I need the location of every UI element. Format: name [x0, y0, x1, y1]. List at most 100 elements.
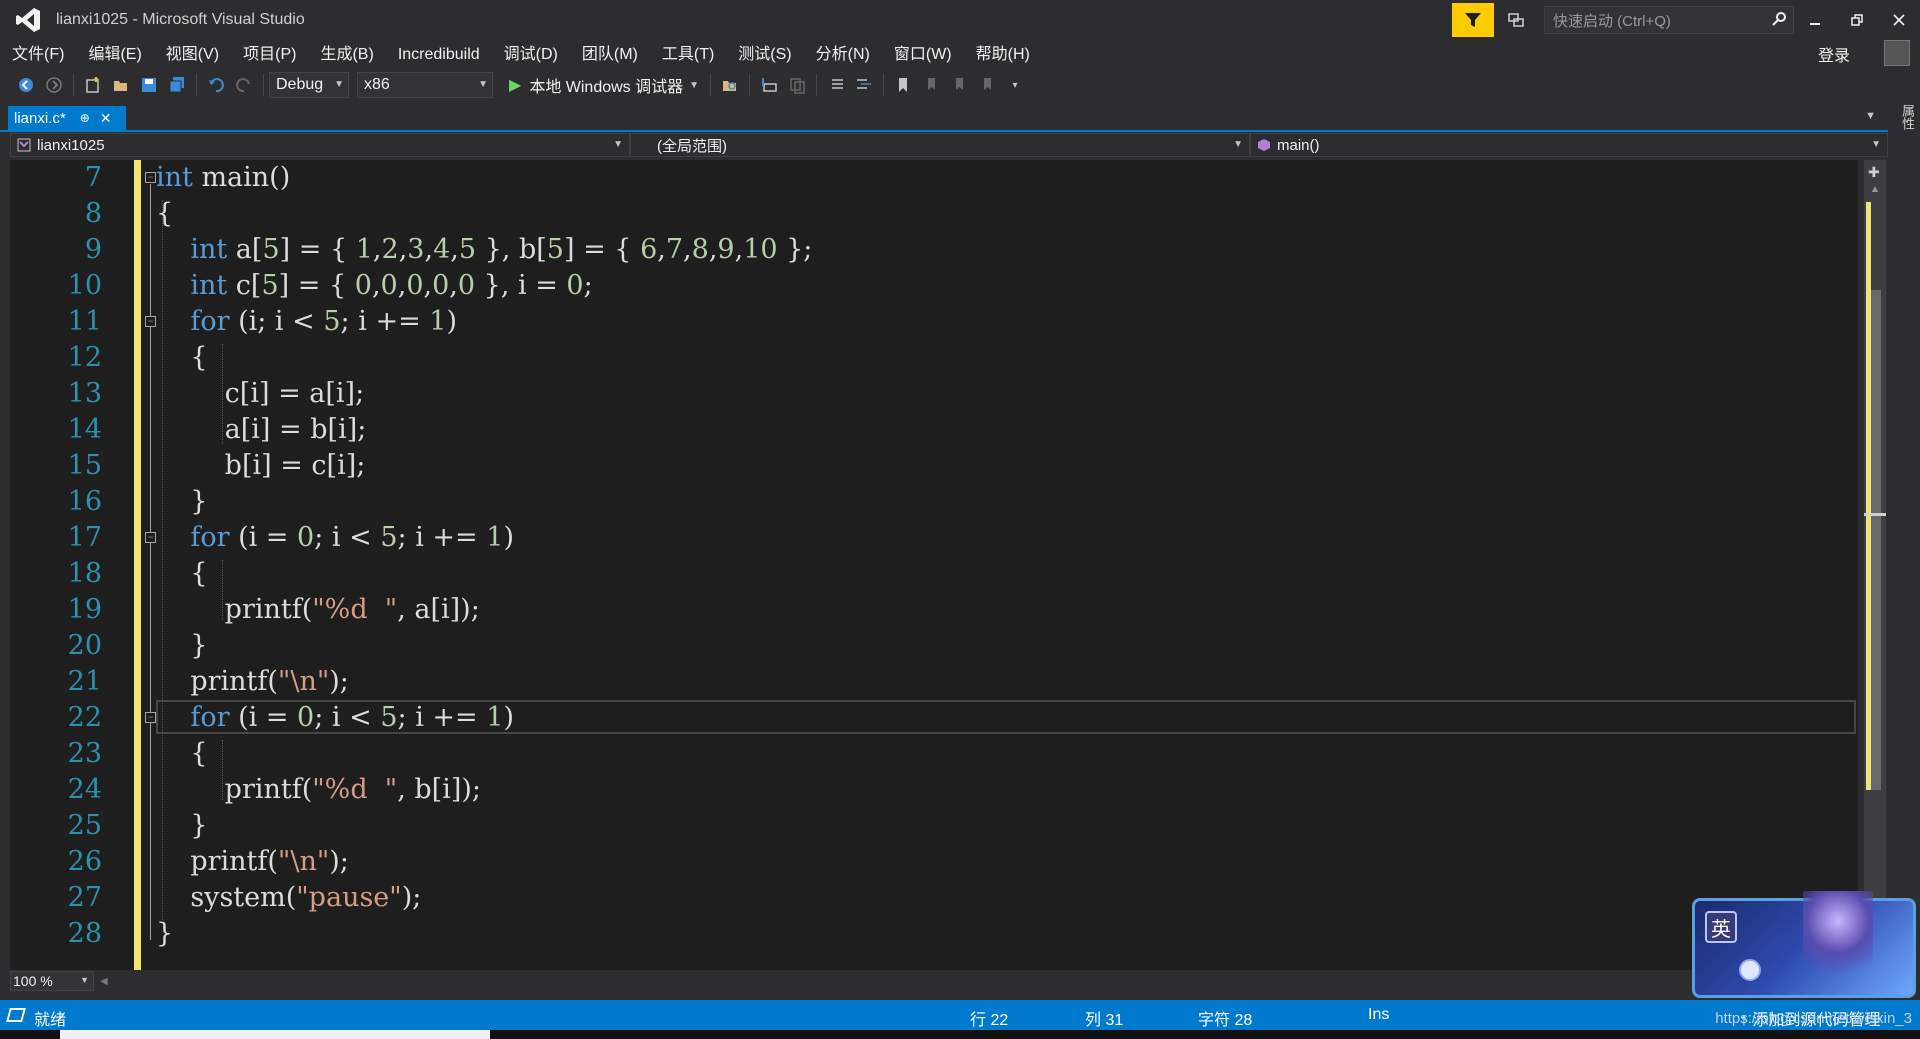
menu-file[interactable]: 文件(F): [0, 40, 76, 70]
scope-dropdown[interactable]: (全局范围) ▼: [630, 133, 1250, 157]
vertical-scrollbar[interactable]: ✚ ▲: [1864, 160, 1886, 970]
menu-project[interactable]: 项目(P): [231, 40, 308, 70]
status-char: 字符 28: [1198, 1012, 1253, 1029]
project-icon: [17, 138, 31, 152]
taskbar-segment: [60, 1030, 490, 1039]
code-line: {: [156, 342, 208, 373]
status-row: 行 22: [970, 1012, 1009, 1029]
code-line: int a[5] = { 1,2,3,4,5 }, b[5] = { 6,7,8…: [190, 234, 813, 265]
solution-platform-dropdown[interactable]: x86 ▼: [357, 72, 493, 98]
account-icon[interactable]: [1884, 40, 1910, 66]
close-icon[interactable]: ✕: [100, 110, 112, 127]
line-number: 16: [67, 486, 102, 517]
properties-tab-label[interactable]: 属性: [1898, 104, 1917, 130]
code-line: int c[5] = { 0,0,0,0,0 }, i = 0;: [190, 270, 593, 301]
menu-edit[interactable]: 编辑(E): [76, 40, 153, 70]
menu-window[interactable]: 窗口(W): [882, 40, 964, 70]
collapse-icon[interactable]: −: [145, 532, 156, 543]
navigate-back-icon[interactable]: [12, 71, 40, 99]
toolbar-separator: [73, 74, 74, 96]
code-line: c[i] = a[i];: [156, 378, 365, 409]
menu-build[interactable]: 生成(B): [308, 40, 385, 70]
find-in-files-icon[interactable]: [716, 71, 744, 99]
code-line: printf("\n");: [156, 846, 349, 877]
outdent-icon[interactable]: [850, 71, 878, 99]
feedback-filter-icon[interactable]: [1452, 3, 1494, 37]
menu-analyze[interactable]: 分析(N): [804, 40, 882, 70]
solution-configuration-dropdown[interactable]: Debug ▼: [269, 72, 349, 98]
project-dropdown[interactable]: lianxi1025 ▼: [10, 133, 630, 157]
sign-in-link[interactable]: 登录: [1818, 42, 1850, 66]
tab-lianxi-c[interactable]: lianxi.c* ⊕ ✕: [8, 106, 126, 130]
outline-line: [150, 184, 151, 940]
start-debugging-button[interactable]: ▶ 本地 Windows 调试器 ▼: [503, 73, 705, 97]
chevron-down-icon: ▼: [613, 139, 623, 150]
pin-icon[interactable]: ⊕: [80, 111, 90, 125]
clear-bookmarks-icon[interactable]: [973, 71, 1001, 99]
chevron-down-icon: ▼: [1871, 139, 1881, 150]
code-line: {: [156, 198, 174, 229]
code-editor[interactable]: 7 8 9 10 11 12 13 14 15 16 17 18 19 20 2…: [10, 160, 1858, 970]
code-text-area[interactable]: int main() { int a[5] = { 1,2,3,4,5 }, b…: [156, 160, 1856, 970]
menu-help[interactable]: 帮助(H): [964, 40, 1042, 70]
quick-launch-input[interactable]: 快速启动 (Ctrl+Q): [1544, 6, 1794, 34]
code-line: for (i = 0; i < 5; i += 1): [190, 522, 514, 553]
status-insert-mode: Ins: [1368, 1006, 1390, 1023]
next-bookmark-icon[interactable]: [945, 71, 973, 99]
code-line: }: [156, 918, 174, 949]
new-project-icon[interactable]: [79, 71, 107, 99]
open-file-icon[interactable]: [107, 71, 135, 99]
restore-button[interactable]: [1836, 3, 1878, 37]
minimize-button[interactable]: [1794, 3, 1836, 37]
ime-language-badge[interactable]: 英: [1705, 911, 1737, 943]
line-number: 12: [67, 342, 102, 373]
menu-team[interactable]: 团队(M): [570, 40, 650, 70]
chevron-down-icon[interactable]: ▼: [689, 80, 699, 91]
zoom-level: 100 %: [13, 973, 53, 989]
close-window-button[interactable]: [1878, 3, 1920, 37]
tab-overflow-chevron-icon[interactable]: ▼: [1865, 110, 1876, 122]
toolbar-options-icon[interactable]: ▾: [1001, 71, 1029, 99]
menu-incredibuild[interactable]: Incredibuild: [386, 40, 492, 70]
bookmark-icon[interactable]: [889, 71, 917, 99]
status-window-icon: [6, 1008, 26, 1022]
tab-label: lianxi.c*: [14, 109, 66, 127]
split-window-icon[interactable]: ✚: [1868, 164, 1880, 181]
visual-studio-logo-icon: [0, 0, 56, 40]
chevron-down-icon: ▼: [478, 79, 488, 90]
collapse-icon[interactable]: −: [145, 712, 156, 723]
gem-icon: [1739, 959, 1761, 981]
menu-tools[interactable]: 工具(T): [650, 40, 726, 70]
collapse-icon[interactable]: −: [145, 172, 156, 183]
scroll-up-icon[interactable]: ▲: [1870, 184, 1880, 195]
line-number: 28: [67, 918, 102, 949]
member-name: main(): [1277, 136, 1320, 154]
save-icon[interactable]: [135, 71, 163, 99]
standard-toolbar: Debug ▼ x86 ▼ ▶ 本地 Windows 调试器 ▼ ▾: [0, 68, 1920, 102]
menu-test[interactable]: 测试(S): [726, 40, 803, 70]
character-art-icon: [1803, 891, 1873, 991]
notifications-icon[interactable]: [1498, 3, 1534, 37]
navigate-forward-icon[interactable]: [40, 71, 68, 99]
previous-bookmark-icon[interactable]: [917, 71, 945, 99]
line-number: 23: [67, 738, 102, 769]
change-marker: [1866, 202, 1871, 790]
code-line: }: [156, 486, 208, 517]
undo-icon[interactable]: [202, 71, 230, 99]
chevron-down-icon: ▼: [334, 79, 344, 90]
collapse-icon[interactable]: −: [145, 316, 156, 327]
search-icon[interactable]: [1771, 11, 1787, 31]
properties-side-panel[interactable]: 属性: [1890, 100, 1920, 1000]
menu-view[interactable]: 视图(V): [154, 40, 231, 70]
scroll-left-icon[interactable]: ◀: [100, 976, 108, 987]
member-dropdown[interactable]: main() ▼: [1250, 133, 1888, 157]
menu-debug[interactable]: 调试(D): [492, 40, 570, 70]
save-all-icon[interactable]: [163, 71, 191, 99]
floating-input-method-widget[interactable]: 英: [1692, 891, 1916, 998]
toolbar-separator: [196, 74, 197, 96]
step-into-icon[interactable]: [755, 71, 783, 99]
zoom-dropdown[interactable]: 100 % ▼: [10, 971, 94, 991]
indent-icon[interactable]: [822, 71, 850, 99]
redo-icon[interactable]: [230, 71, 258, 99]
copy-icon[interactable]: [783, 71, 811, 99]
